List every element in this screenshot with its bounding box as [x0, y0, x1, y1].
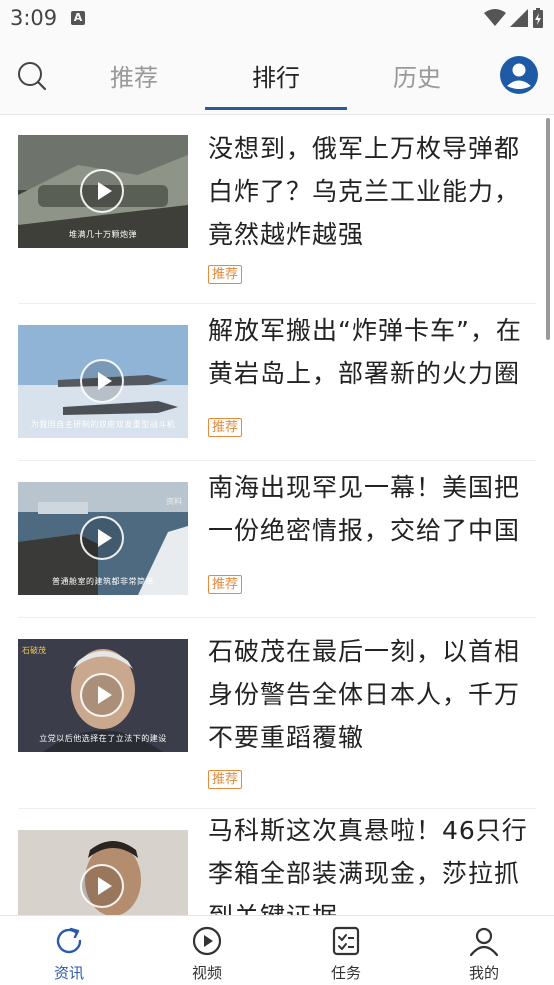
title-line: 没想到，俄军上万枚导弹都: [208, 134, 521, 163]
tab-history[interactable]: 历史: [357, 58, 477, 93]
tab-ranking[interactable]: 排行: [216, 58, 336, 93]
title-line: 南海出现罕见一幕！美国把: [208, 473, 521, 502]
nav-tasks[interactable]: 任务: [306, 916, 386, 985]
news-item[interactable]: 资料 普通舱室的建筑都非常简单 南海出现罕见一幕！美国把 一份绝密情报，交给了中…: [18, 461, 536, 618]
bottom-nav: 资讯 视频 任务 我的: [0, 915, 554, 985]
title-line: 白炸了？乌克兰工业能力，: [208, 177, 521, 206]
news-item[interactable]: 为我国自主研制的双座双发重型战斗机 解放军搬出“炸弹卡车”，在 黄岩岛上，部署新…: [18, 304, 536, 461]
title-line: 李箱全部装满现金，莎拉抓: [208, 859, 521, 888]
signal-icon: [510, 9, 528, 27]
nav-video[interactable]: 视频: [167, 916, 247, 985]
play-circle-icon: [192, 926, 222, 956]
title-line: 到关键证据: [208, 895, 538, 915]
tab-indicator: [205, 107, 347, 110]
recommend-tag: 推荐: [208, 418, 243, 437]
news-title[interactable]: 马科斯这次真悬啦！46只行 李箱全部装满现金，莎拉抓 到关键证据: [208, 809, 538, 915]
wifi-icon: [484, 9, 506, 26]
play-icon[interactable]: [80, 516, 124, 560]
person-icon: [469, 927, 499, 957]
title-line: 不要重蹈覆辙: [208, 723, 365, 752]
play-icon[interactable]: [80, 359, 124, 403]
news-title[interactable]: 解放军搬出“炸弹卡车”，在 黄岩岛上，部署新的火力圈: [208, 309, 538, 395]
user-avatar-icon[interactable]: [499, 55, 539, 95]
play-icon[interactable]: [80, 673, 124, 717]
nav-label: 任务: [330, 964, 361, 982]
program-label: 石破茂: [22, 646, 46, 655]
recommend-tag: 推荐: [208, 770, 243, 789]
play-icon[interactable]: [80, 864, 124, 908]
news-title[interactable]: 没想到，俄军上万枚导弹都 白炸了？乌克兰工业能力， 竟然越炸越强: [208, 127, 538, 256]
status-time: 3:09: [10, 6, 58, 30]
refresh-icon: [56, 927, 82, 954]
video-thumbnail[interactable]: 资料 普通舱室的建筑都非常简单: [18, 482, 188, 595]
video-caption: 为我国自主研制的双座双发重型战斗机: [30, 420, 176, 429]
video-thumbnail[interactable]: 为我国自主研制的双座双发重型战斗机: [18, 325, 188, 438]
news-title[interactable]: 石破茂在最后一刻，以首相 身份警告全体日本人，千万 不要重蹈覆辙: [208, 630, 538, 759]
source-label: 资料: [166, 497, 182, 506]
nav-label: 视频: [191, 964, 222, 982]
title-line: 解放军搬出“炸弹卡车”，在: [208, 316, 522, 345]
title-line: 一份绝密情报，交给了中国: [208, 516, 521, 545]
news-feed[interactable]: 堆满几十万颗炮弹 没想到，俄军上万枚导弹都 白炸了？乌克兰工业能力， 竟然越炸越…: [0, 115, 554, 915]
status-bar: 3:09 A: [0, 0, 554, 38]
news-item[interactable]: 石破茂 立党以后他选择在了立法下的建设 石破茂在最后一刻，以首相 身份警告全体日…: [18, 618, 536, 809]
video-caption: 普通舱室的建筑都非常简单: [52, 577, 154, 586]
video-thumbnail[interactable]: 堆满几十万颗炮弹: [18, 135, 188, 248]
video-thumbnail[interactable]: 石破茂 立党以后他选择在了立法下的建设: [18, 639, 188, 752]
search-icon[interactable]: [16, 60, 48, 92]
top-nav: 推荐 排行 历史: [0, 38, 554, 115]
recommend-tag: 推荐: [208, 265, 243, 284]
tab-recommend[interactable]: 推荐: [74, 58, 194, 93]
nav-news[interactable]: 资讯: [29, 916, 109, 985]
scrollbar[interactable]: [546, 118, 550, 340]
video-thumbnail[interactable]: [18, 830, 188, 915]
video-caption: 立党以后他选择在了立法下的建设: [39, 734, 167, 743]
notification-icon: A: [71, 11, 85, 25]
news-title[interactable]: 南海出现罕见一幕！美国把 一份绝密情报，交给了中国: [208, 466, 538, 552]
play-icon[interactable]: [80, 169, 124, 213]
nav-label: 我的: [468, 964, 499, 982]
nav-label: 资讯: [53, 964, 84, 982]
video-caption: 堆满几十万颗炮弹: [69, 230, 137, 239]
title-line: 身份警告全体日本人，千万: [208, 680, 521, 709]
recommend-tag: 推荐: [208, 575, 243, 594]
checklist-icon: [332, 926, 360, 956]
news-item[interactable]: 堆满几十万颗炮弹 没想到，俄军上万枚导弹都 白炸了？乌克兰工业能力， 竟然越炸越…: [18, 115, 536, 304]
title-line: 竟然越炸越强: [208, 220, 365, 249]
battery-icon: [533, 8, 543, 28]
news-item[interactable]: 马科斯这次真悬啦！46只行 李箱全部装满现金，莎拉抓 到关键证据: [18, 809, 536, 915]
title-line: 马科斯这次真悬啦！46只行: [208, 816, 528, 845]
title-line: 黄岩岛上，部署新的火力圈: [208, 359, 521, 388]
title-line: 石破茂在最后一刻，以首相: [208, 637, 521, 666]
nav-mine[interactable]: 我的: [444, 916, 524, 985]
